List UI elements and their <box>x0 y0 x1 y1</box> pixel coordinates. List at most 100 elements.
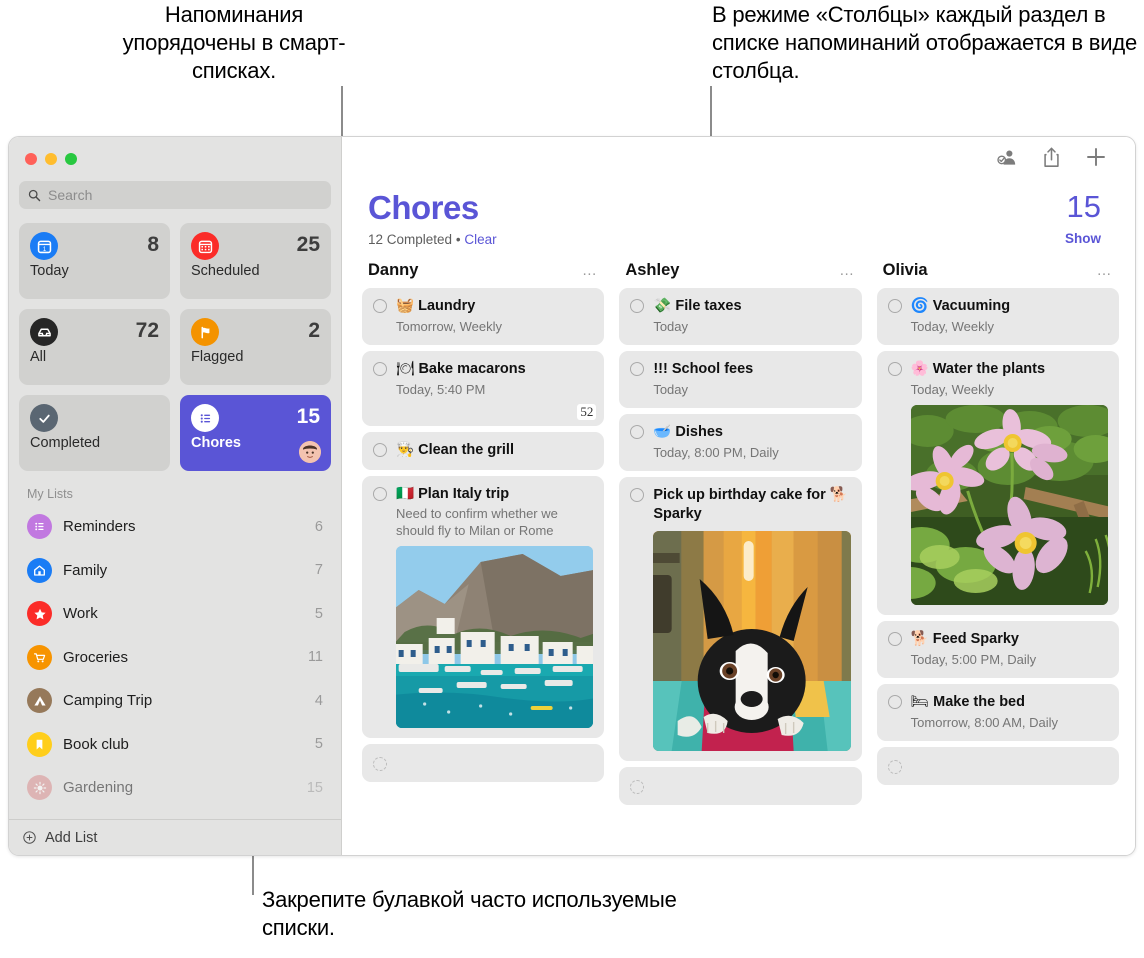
list-item-camping-trip[interactable]: Camping Trip 4 <box>19 679 331 723</box>
list-item-work[interactable]: Work 5 <box>19 592 331 636</box>
reminder-meta: Today, Weekly <box>910 319 994 334</box>
reminder-card[interactable]: 🍽 Bake macarons Today, 5:40 PM 52 <box>362 351 605 426</box>
reminder-photo-italy[interactable] <box>396 546 594 728</box>
reminder-title: Plan Italy trip <box>418 486 510 502</box>
reminder-card[interactable]: 🧺 Laundry Tomorrow, Weekly <box>362 288 605 345</box>
reminder-title: Bake macarons <box>418 361 526 377</box>
person-badge-checkmark-icon[interactable] <box>996 147 1018 172</box>
reminders-window: Search 1 8 Today 25 Scheduled 72 All 2 F… <box>8 136 1136 856</box>
clear-link[interactable]: Clear <box>464 232 496 247</box>
column-title: Ashley <box>625 261 680 279</box>
main-content: Chores 12 Completed • Clear 15 Show Dann… <box>342 137 1135 855</box>
smart-list-label: All <box>30 349 47 365</box>
complete-circle[interactable] <box>373 362 387 376</box>
smart-list-count: 8 <box>147 233 159 256</box>
list-item-groceries[interactable]: Groceries 11 <box>19 636 331 680</box>
complete-circle[interactable] <box>887 632 902 646</box>
sun-icon <box>27 775 52 801</box>
complete-circle[interactable] <box>373 757 387 771</box>
list-item-count: 5 <box>314 736 323 753</box>
smart-list-count: 15 <box>296 405 320 428</box>
add-reminder-button[interactable] <box>1085 146 1107 173</box>
smart-list-scheduled[interactable]: 25 Scheduled <box>180 223 331 299</box>
complete-circle[interactable] <box>887 695 902 709</box>
reminder-meta: Tomorrow, 8:00 AM, Daily <box>910 715 1059 730</box>
share-up-arrow-icon[interactable] <box>1042 146 1061 173</box>
list-item-label: Groceries <box>63 648 129 666</box>
reminder-card[interactable]: 🌀 Vacuuming Today, Weekly <box>876 288 1119 345</box>
complete-circle[interactable] <box>373 487 387 501</box>
reminder-card[interactable]: 💸 File taxes Today <box>619 288 862 345</box>
new-reminder-row[interactable] <box>619 767 862 805</box>
column-menu-button[interactable]: … <box>1096 262 1113 279</box>
list-item-reminders[interactable]: Reminders 6 <box>19 505 331 549</box>
complete-circle[interactable] <box>373 299 387 313</box>
smart-list-chores[interactable]: 15 Chores <box>180 395 331 471</box>
smart-list-count: 72 <box>135 319 159 342</box>
column-menu-button[interactable]: … <box>839 262 856 279</box>
complete-circle[interactable] <box>887 362 902 376</box>
add-list-button[interactable]: Add List <box>9 819 341 855</box>
smart-list-label: Flagged <box>191 349 244 365</box>
list-item-count: 11 <box>307 649 323 666</box>
maximize-button[interactable] <box>65 153 77 165</box>
list-item-label: Gardening <box>63 779 134 797</box>
complete-circle[interactable] <box>630 362 645 376</box>
smart-list-all[interactable]: 72 All <box>19 309 170 385</box>
reminder-card[interactable]: 🌸 Water the plants Today, Weekly <box>876 351 1119 615</box>
list-bullet-icon <box>27 514 52 540</box>
reminder-card[interactable]: Pick up birthday cake for 🐕 Sparky <box>619 477 862 761</box>
smart-list-today[interactable]: 1 8 Today <box>19 223 170 299</box>
reminder-emoji: 🐕 <box>910 631 929 647</box>
smart-list-tiles: 1 8 Today 25 Scheduled 72 All 2 Flagged … <box>9 223 341 471</box>
smart-list-completed[interactable]: Completed <box>19 395 170 471</box>
list-item-label: Family <box>63 561 108 579</box>
reminder-photo-dog[interactable] <box>653 531 851 751</box>
column-danny: Danny … 🧺 Laundry Tomorrow, Weekly 🍽 Bak… <box>356 261 610 855</box>
reminder-card[interactable]: 👨‍🍳 Clean the grill <box>362 432 605 470</box>
inbox-tray-icon <box>30 318 58 346</box>
reminder-emoji: 🌸 <box>910 361 929 377</box>
column-ashley: Ashley … 💸 File taxes Today !!! School f… <box>613 261 867 855</box>
new-reminder-row[interactable] <box>876 747 1119 785</box>
reminder-card[interactable]: !!! School fees Today <box>619 351 862 408</box>
list-item-book-club[interactable]: Book club 5 <box>19 723 331 767</box>
smart-list-count: 25 <box>296 233 320 256</box>
new-reminder-row[interactable] <box>362 744 605 782</box>
minimize-button[interactable] <box>45 153 57 165</box>
show-completed-link[interactable]: Show <box>1065 231 1101 246</box>
plus-circle-icon <box>23 831 36 844</box>
column-title: Olivia <box>882 261 928 279</box>
complete-circle[interactable] <box>630 488 645 502</box>
reminder-title: Feed Sparky <box>932 631 1019 647</box>
list-item-family[interactable]: Family 7 <box>19 549 331 593</box>
reminder-emoji: 🛏 <box>910 694 930 710</box>
search-input[interactable]: Search <box>19 181 331 209</box>
list-item-count: 7 <box>314 562 323 579</box>
complete-circle[interactable] <box>373 443 387 457</box>
reminder-card[interactable]: 🥣 Dishes Today, 8:00 PM, Daily <box>619 414 862 471</box>
complete-circle[interactable] <box>630 780 645 794</box>
annotation-top-right: В режиме «Столбцы» каждый раздел в списк… <box>712 2 1138 83</box>
complete-circle[interactable] <box>887 760 902 774</box>
reminder-note: Need to confirm whether we should fly to… <box>396 506 558 538</box>
column-olivia: Olivia … 🌀 Vacuuming Today, Weekly 🌸 Wat… <box>871 261 1125 855</box>
list-item-gardening[interactable]: Gardening 15 <box>19 766 331 810</box>
complete-circle[interactable] <box>630 425 645 439</box>
smart-list-flagged[interactable]: 2 Flagged <box>180 309 331 385</box>
reminder-card[interactable]: 🇮🇹 Plan Italy trip Need to confirm wheth… <box>362 476 605 738</box>
complete-circle[interactable] <box>887 299 902 313</box>
flag-icon <box>191 318 219 346</box>
page-title: Chores <box>368 189 479 226</box>
reminder-photo-flowers[interactable] <box>910 405 1108 605</box>
reminder-title: Pick up birthday cake for 🐕 Sparky <box>653 487 848 522</box>
close-button[interactable] <box>25 153 37 165</box>
calendar-day-icon: 1 <box>30 232 58 260</box>
my-lists-header: My Lists <box>27 487 73 501</box>
reminder-card[interactable]: 🐕 Feed Sparky Today, 5:00 PM, Daily <box>876 621 1119 678</box>
complete-circle[interactable] <box>630 299 645 313</box>
column-menu-button[interactable]: … <box>582 262 599 279</box>
reminder-title: Clean the grill <box>418 442 514 458</box>
reminder-card[interactable]: 🛏 Make the bed Tomorrow, 8:00 AM, Daily <box>876 684 1119 741</box>
sidebar: Search 1 8 Today 25 Scheduled 72 All 2 F… <box>9 137 342 855</box>
